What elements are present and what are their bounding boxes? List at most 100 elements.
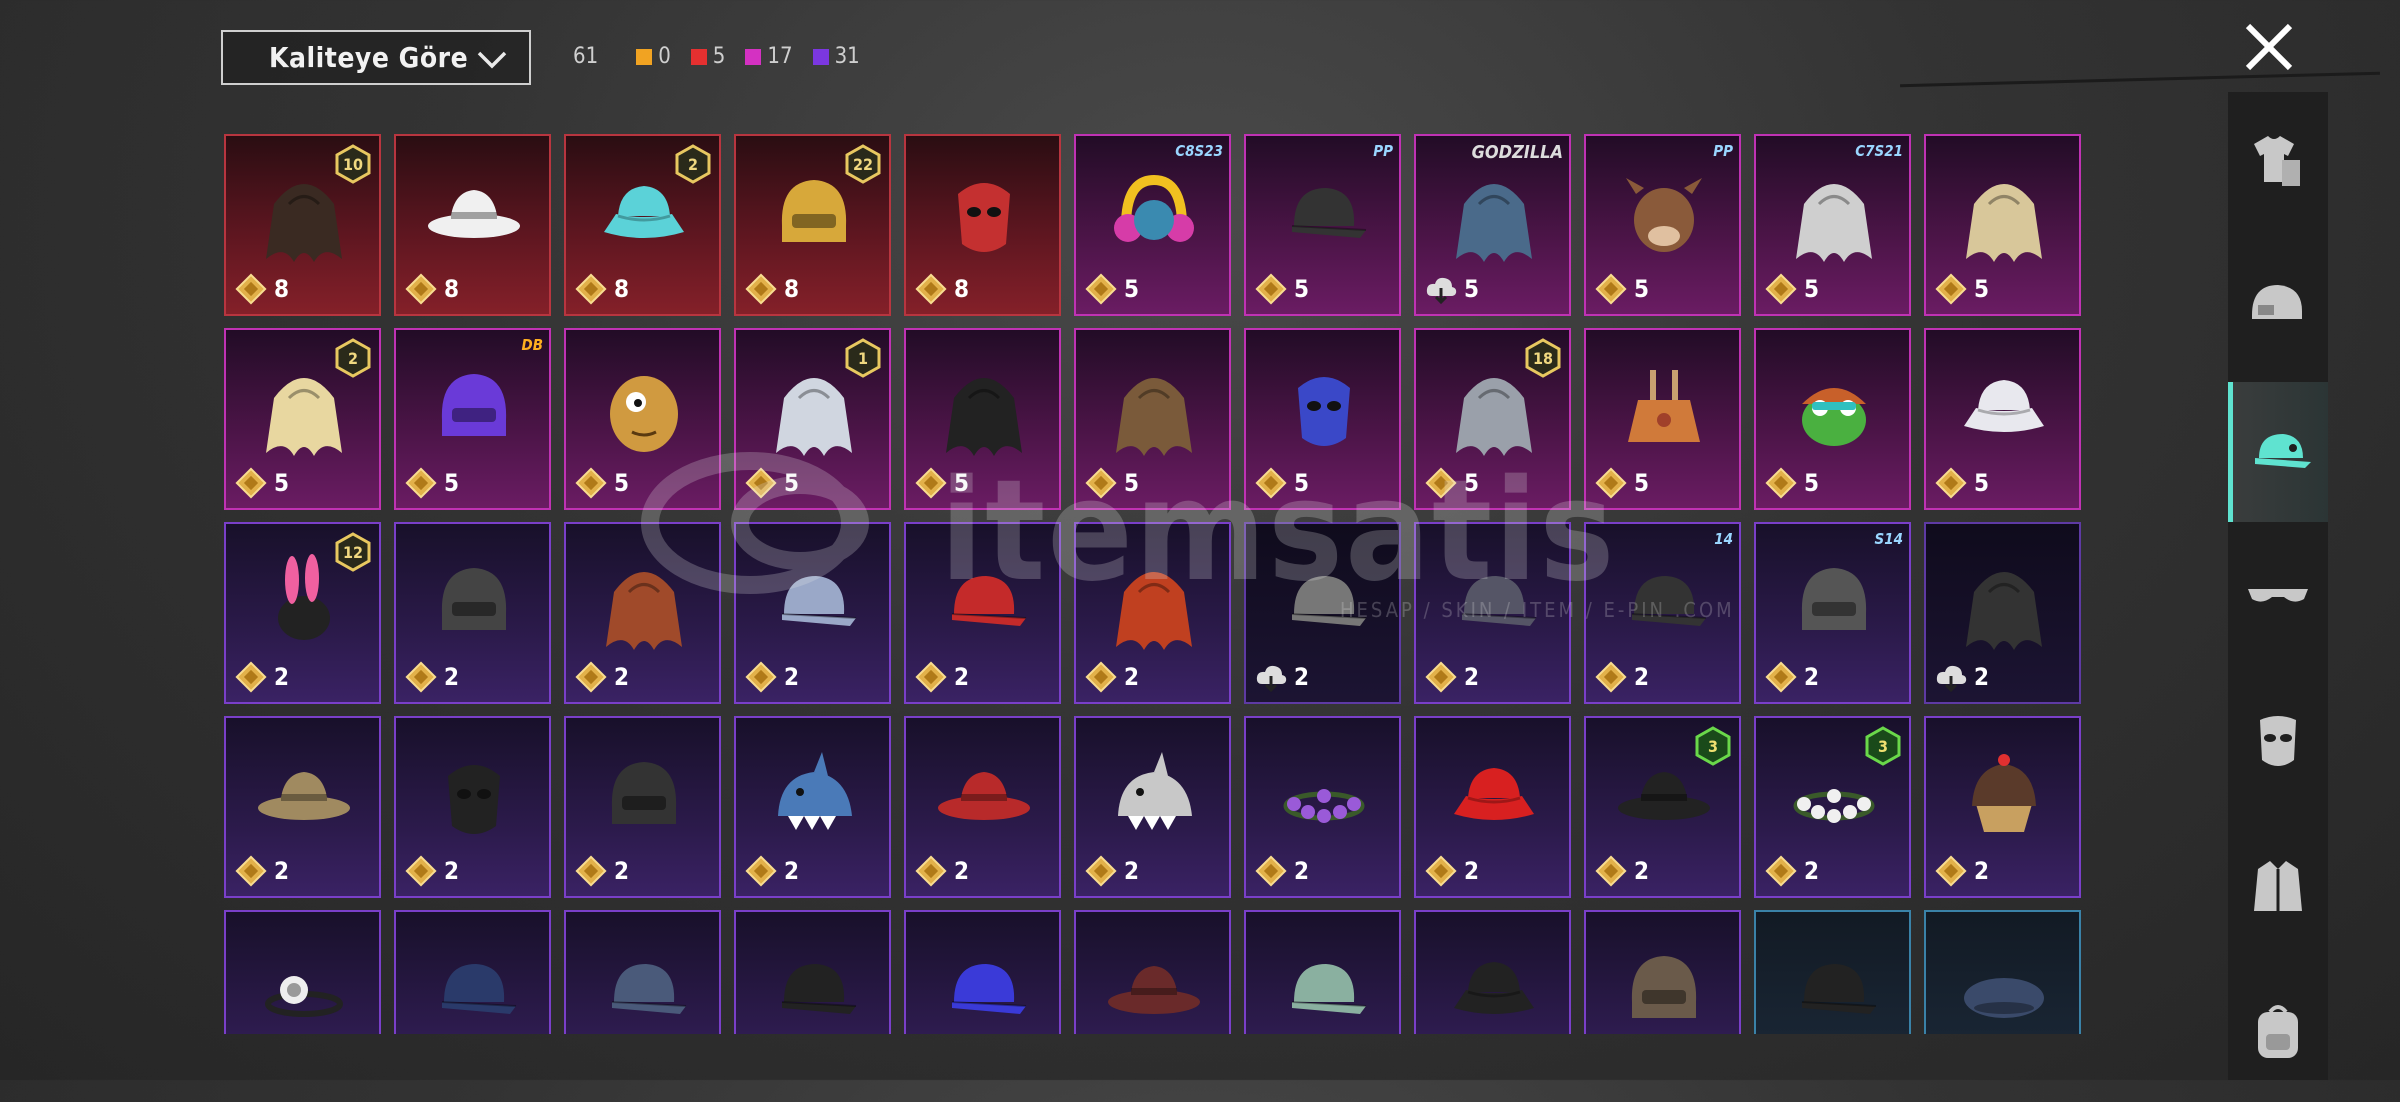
inventory-item[interactable]: 15: [734, 328, 891, 510]
inventory-item[interactable]: [1414, 910, 1571, 1034]
bucket-hat-icon: [1454, 962, 1534, 1014]
bucket-hat-icon: [1454, 768, 1534, 820]
backpack-icon: [2258, 1005, 2298, 1058]
inventory-item[interactable]: 5: [1584, 328, 1741, 510]
collab-tag: GODZILLA: [1471, 142, 1563, 163]
item-cost: 8: [744, 272, 799, 306]
backpack-tab[interactable]: [2228, 962, 2328, 1102]
item-cost: 2: [744, 854, 799, 888]
inventory-item[interactable]: 5: [1924, 328, 2081, 510]
inventory-item[interactable]: 5: [1244, 328, 1401, 510]
hat-icon: [938, 772, 1030, 820]
inventory-item[interactable]: [1074, 910, 1231, 1034]
inventory-item[interactable]: PP 5: [1244, 134, 1401, 316]
item-cost-value: 2: [784, 663, 800, 691]
inventory-item[interactable]: 2: [904, 522, 1061, 704]
inventory-item[interactable]: C8S23 5: [1074, 134, 1231, 316]
hair-icon: [606, 572, 682, 650]
inventory-item[interactable]: 2: [1244, 522, 1401, 704]
inventory-item[interactable]: 2: [224, 716, 381, 898]
level-badge-text: 18: [1532, 349, 1554, 368]
helmet-tab[interactable]: [2228, 237, 2328, 377]
inventory-item[interactable]: 32: [1584, 716, 1741, 898]
inventory-item[interactable]: 14 2: [1584, 522, 1741, 704]
inventory-item[interactable]: 2: [734, 716, 891, 898]
inventory-item[interactable]: 5: [904, 328, 1061, 510]
coupon-icon: [1425, 661, 1457, 693]
inventory-item[interactable]: 5: [1074, 328, 1231, 510]
inventory-item[interactable]: GODZILLA 5: [1414, 134, 1571, 316]
coupon-icon: [575, 661, 607, 693]
item-cost: 5: [1084, 272, 1139, 306]
inventory-item[interactable]: [1584, 910, 1741, 1034]
level-badge: 2: [675, 144, 711, 184]
hat-tab[interactable]: [2228, 382, 2328, 522]
sort-dropdown[interactable]: Kaliteye Göre: [221, 30, 531, 85]
inventory-item[interactable]: [1244, 910, 1401, 1034]
inventory-item[interactable]: 2: [1924, 716, 2081, 898]
inventory-item[interactable]: [1924, 910, 2081, 1034]
inventory-item[interactable]: 2: [1414, 522, 1571, 704]
outfit-tab[interactable]: [2228, 92, 2328, 232]
inventory-item[interactable]: [564, 910, 721, 1034]
coupon-icon: [405, 855, 437, 887]
item-cost: 2: [1934, 854, 1989, 888]
coupon-icon: [1595, 661, 1627, 693]
inventory-item[interactable]: 5: [1754, 328, 1911, 510]
inventory-item[interactable]: 2: [564, 522, 721, 704]
inventory-item[interactable]: DB 5: [394, 328, 551, 510]
inventory-item[interactable]: 8: [904, 134, 1061, 316]
inventory-item[interactable]: 32: [1754, 716, 1911, 898]
inventory-item[interactable]: [734, 910, 891, 1034]
coupon-icon: [915, 661, 947, 693]
collab-tag: C7S21: [1855, 142, 1903, 160]
shirt-icon: [2254, 136, 2300, 186]
inventory-item[interactable]: 22 8: [734, 134, 891, 316]
inventory-item[interactable]: 2: [394, 522, 551, 704]
item-cost: 2: [1254, 854, 1309, 888]
pink-count: 17: [745, 44, 793, 69]
inventory-item[interactable]: PP 5: [1584, 134, 1741, 316]
item-cost: 2: [1084, 660, 1139, 694]
inventory-item[interactable]: C7S21 5: [1754, 134, 1911, 316]
hair-icon: [1456, 184, 1532, 262]
inventory-item[interactable]: 2: [904, 716, 1061, 898]
inventory-item[interactable]: 2: [1244, 716, 1401, 898]
inventory-item[interactable]: 12 2: [224, 522, 381, 704]
item-cost: 2: [744, 660, 799, 694]
inventory-item[interactable]: [394, 910, 551, 1034]
coupon-icon: [745, 273, 777, 305]
item-cost-value: 8: [614, 275, 630, 303]
inventory-item[interactable]: 8: [394, 134, 551, 316]
inventory-item[interactable]: 2: [1074, 522, 1231, 704]
inventory-item[interactable]: 2: [394, 716, 551, 898]
inventory-item[interactable]: 10 8: [224, 134, 381, 316]
inventory-item[interactable]: S14 2: [1754, 522, 1911, 704]
inventory-item[interactable]: 28: [564, 134, 721, 316]
inventory-item[interactable]: 2: [564, 716, 721, 898]
inventory-item[interactable]: 25: [224, 328, 381, 510]
inventory-item[interactable]: [1754, 910, 1911, 1034]
item-cost: 2: [1084, 854, 1139, 888]
inventory-item[interactable]: 2: [734, 522, 891, 704]
inventory-item[interactable]: [224, 910, 381, 1034]
shark-hat-icon: [1118, 752, 1192, 830]
glasses-tab[interactable]: [2228, 527, 2328, 667]
inventory-item[interactable]: 18 5: [1414, 328, 1571, 510]
item-cost: 5: [1084, 466, 1139, 500]
collab-tag: DB: [521, 336, 544, 354]
inventory-item[interactable]: 2: [1924, 522, 2081, 704]
item-cost: 5: [1254, 466, 1309, 500]
inventory-item[interactable]: 5: [1924, 134, 2081, 316]
mask-tab[interactable]: [2228, 672, 2328, 812]
inventory-item[interactable]: 2: [1414, 716, 1571, 898]
jacket-tab[interactable]: [2228, 817, 2328, 957]
close-button[interactable]: [2240, 18, 2298, 76]
inventory-item[interactable]: 2: [1074, 716, 1231, 898]
inventory-item[interactable]: 5: [564, 328, 721, 510]
coupon-icon: [1765, 273, 1797, 305]
cap-icon: [1291, 964, 1367, 1014]
inventory-item[interactable]: [904, 910, 1061, 1034]
item-cost: 2: [1934, 660, 1989, 694]
coupon-icon: [1765, 467, 1797, 499]
